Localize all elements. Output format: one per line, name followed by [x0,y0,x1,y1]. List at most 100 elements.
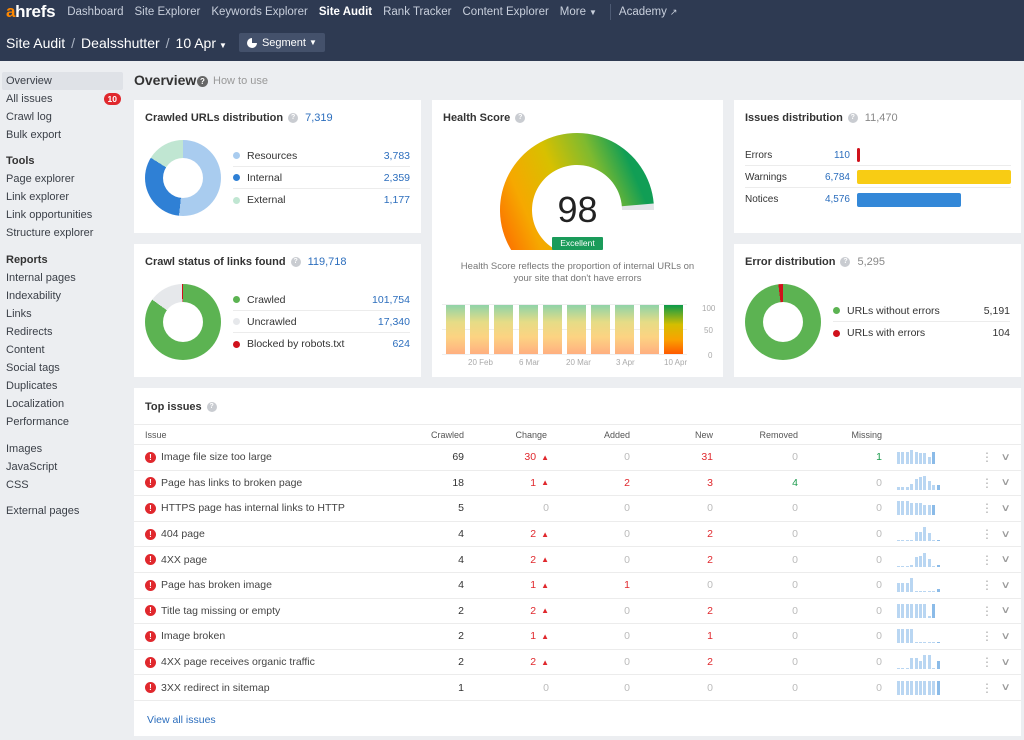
table-row[interactable]: ! Image file size too large 69 30 ▲ 0 31 0… [134,445,1021,471]
issue-name[interactable]: 3XX redirect in sitemap [161,682,270,694]
sidebar-item-external-pages[interactable]: External pages [2,502,123,520]
table-row[interactable]: ! 4XX page 4 2 ▲ 0 2 0 0 ⋮ ∨ [134,547,1021,573]
crawled-value[interactable]: 18 [404,471,464,496]
table-row[interactable]: ! 4XX page receives organic traffic 2 2 ▲ … [134,650,1021,676]
new-value[interactable]: 0 [654,496,713,521]
sidebar-item-localization[interactable]: Localization [2,395,123,413]
help-icon[interactable]: ? [206,402,217,412]
nav-more[interactable]: More ▼ [560,6,597,18]
issues-row-errors[interactable]: Errors 110 [745,145,1011,166]
removed-value[interactable]: 0 [744,445,798,470]
issue-name[interactable]: HTTPS page has internal links to HTTP [161,502,345,514]
missing-value[interactable]: 0 [824,573,882,598]
sidebar-item-internal-pages[interactable]: Internal pages [2,269,123,287]
issue-name[interactable]: 4XX page [161,554,207,566]
missing-value[interactable]: 0 [824,471,882,496]
issue-cell[interactable]: ! HTTPS page has internal links to HTTP [145,496,345,521]
change-value[interactable]: 0 [484,675,549,700]
issue-cell[interactable]: ! 404 page [145,522,205,547]
health-history-bar[interactable] [639,305,659,354]
new-value[interactable]: 2 [654,650,713,675]
issue-name[interactable]: Image file size too large [161,451,272,463]
new-value[interactable]: 2 [654,522,713,547]
crawled-value[interactable]: 2 [404,650,464,675]
removed-value[interactable]: 0 [744,522,798,547]
health-history-bar[interactable] [663,305,683,354]
date-selector[interactable]: 10 Apr ▼ [176,35,227,51]
removed-value[interactable]: 0 [744,573,798,598]
removed-value[interactable]: 0 [744,624,798,649]
crawled-value[interactable]: 5 [404,496,464,521]
sidebar-item-link-explorer[interactable]: Link explorer [2,188,123,206]
change-value[interactable]: 2 ▲ [484,547,549,572]
issue-name[interactable]: Image broken [161,630,225,642]
expand-row-button[interactable]: ∨ [998,675,1013,700]
expand-row-button[interactable]: ∨ [998,624,1013,649]
table-row[interactable]: ! Page has links to broken page 18 1 ▲ 2 3… [134,471,1021,497]
help-icon[interactable]: ? [197,76,208,87]
expand-row-button[interactable]: ∨ [998,445,1013,470]
crawled-value[interactable]: 1 [404,675,464,700]
crawled-value[interactable]: 4 [404,522,464,547]
added-value[interactable]: 0 [574,496,630,521]
added-value[interactable]: 0 [574,522,630,547]
added-value[interactable]: 0 [574,599,630,624]
nav-site-audit[interactable]: Site Audit [319,6,372,18]
table-row[interactable]: ! Title tag missing or empty 2 2 ▲ 0 2 0 0… [134,599,1021,625]
more-options-icon[interactable]: ⋮ [981,675,993,700]
sidebar-item-all-issues[interactable]: All issues 10 [2,90,123,108]
change-value[interactable]: 2 ▲ [484,599,549,624]
expand-row-button[interactable]: ∨ [998,547,1013,572]
new-value[interactable]: 2 [654,599,713,624]
more-options-icon[interactable]: ⋮ [981,445,993,470]
issue-cell[interactable]: ! 4XX page receives organic traffic [145,650,315,675]
health-history-bar[interactable] [446,305,465,354]
table-row[interactable]: ! 3XX redirect in sitemap 1 0 0 0 0 0 ⋮ ∨ [134,675,1021,701]
legend-row-urls-without-errors[interactable]: URLs without errors 5,191 [833,300,1010,322]
expand-row-button[interactable]: ∨ [998,471,1013,496]
issue-name[interactable]: Page has links to broken page [161,477,302,489]
legend-row-internal[interactable]: Internal 2,359 [233,167,410,189]
table-row[interactable]: ! Image broken 2 1 ▲ 0 1 0 0 ⋮ ∨ [134,624,1021,650]
expand-row-button[interactable]: ∨ [998,650,1013,675]
crawl-status-total[interactable]: 119,718 [308,256,347,268]
missing-value[interactable]: 0 [824,650,882,675]
issues-row-notices[interactable]: Notices 4,576 [745,189,1011,210]
missing-value[interactable]: 0 [824,522,882,547]
missing-value[interactable]: 0 [824,599,882,624]
removed-value[interactable]: 0 [744,496,798,521]
added-value[interactable]: 0 [574,675,630,700]
col-header-missing[interactable]: Missing [824,425,882,444]
sidebar-item-redirects[interactable]: Redirects [2,323,123,341]
sidebar-item-duplicates[interactable]: Duplicates [2,377,123,395]
health-history-bar[interactable] [494,305,514,354]
issue-name[interactable]: Title tag missing or empty [161,605,280,617]
col-header-crawled[interactable]: Crawled [404,425,464,444]
col-header-removed[interactable]: Removed [744,425,798,444]
health-history-bar[interactable] [542,305,562,354]
help-icon[interactable]: ? [840,257,851,267]
health-history-bar[interactable] [591,305,611,354]
help-icon[interactable]: ? [847,113,858,123]
sidebar-item-links[interactable]: Links [2,305,123,323]
sidebar-item-overview[interactable]: Overview [2,72,123,90]
health-history-bar[interactable] [567,305,586,354]
removed-value[interactable]: 0 [744,599,798,624]
issue-cell[interactable]: ! 3XX redirect in sitemap [145,675,270,700]
new-value[interactable]: 31 [654,445,713,470]
crawled-value[interactable]: 4 [404,547,464,572]
help-icon[interactable]: ? [288,113,299,123]
sidebar-item-link-opportunities[interactable]: Link opportunities [2,206,123,224]
health-history-bar[interactable] [470,305,490,354]
missing-value[interactable]: 0 [824,496,882,521]
table-row[interactable]: ! 404 page 4 2 ▲ 0 2 0 0 ⋮ ∨ [134,522,1021,548]
new-value[interactable]: 3 [654,471,713,496]
added-value[interactable]: 1 [574,573,630,598]
change-value[interactable]: 1 ▲ [484,624,549,649]
sidebar-item-images[interactable]: Images [2,440,123,458]
change-value[interactable]: 1 ▲ [484,573,549,598]
issue-cell[interactable]: ! 4XX page [145,547,207,572]
crawled-value[interactable]: 69 [404,445,464,470]
change-value[interactable]: 2 ▲ [484,650,549,675]
expand-row-button[interactable]: ∨ [998,522,1013,547]
